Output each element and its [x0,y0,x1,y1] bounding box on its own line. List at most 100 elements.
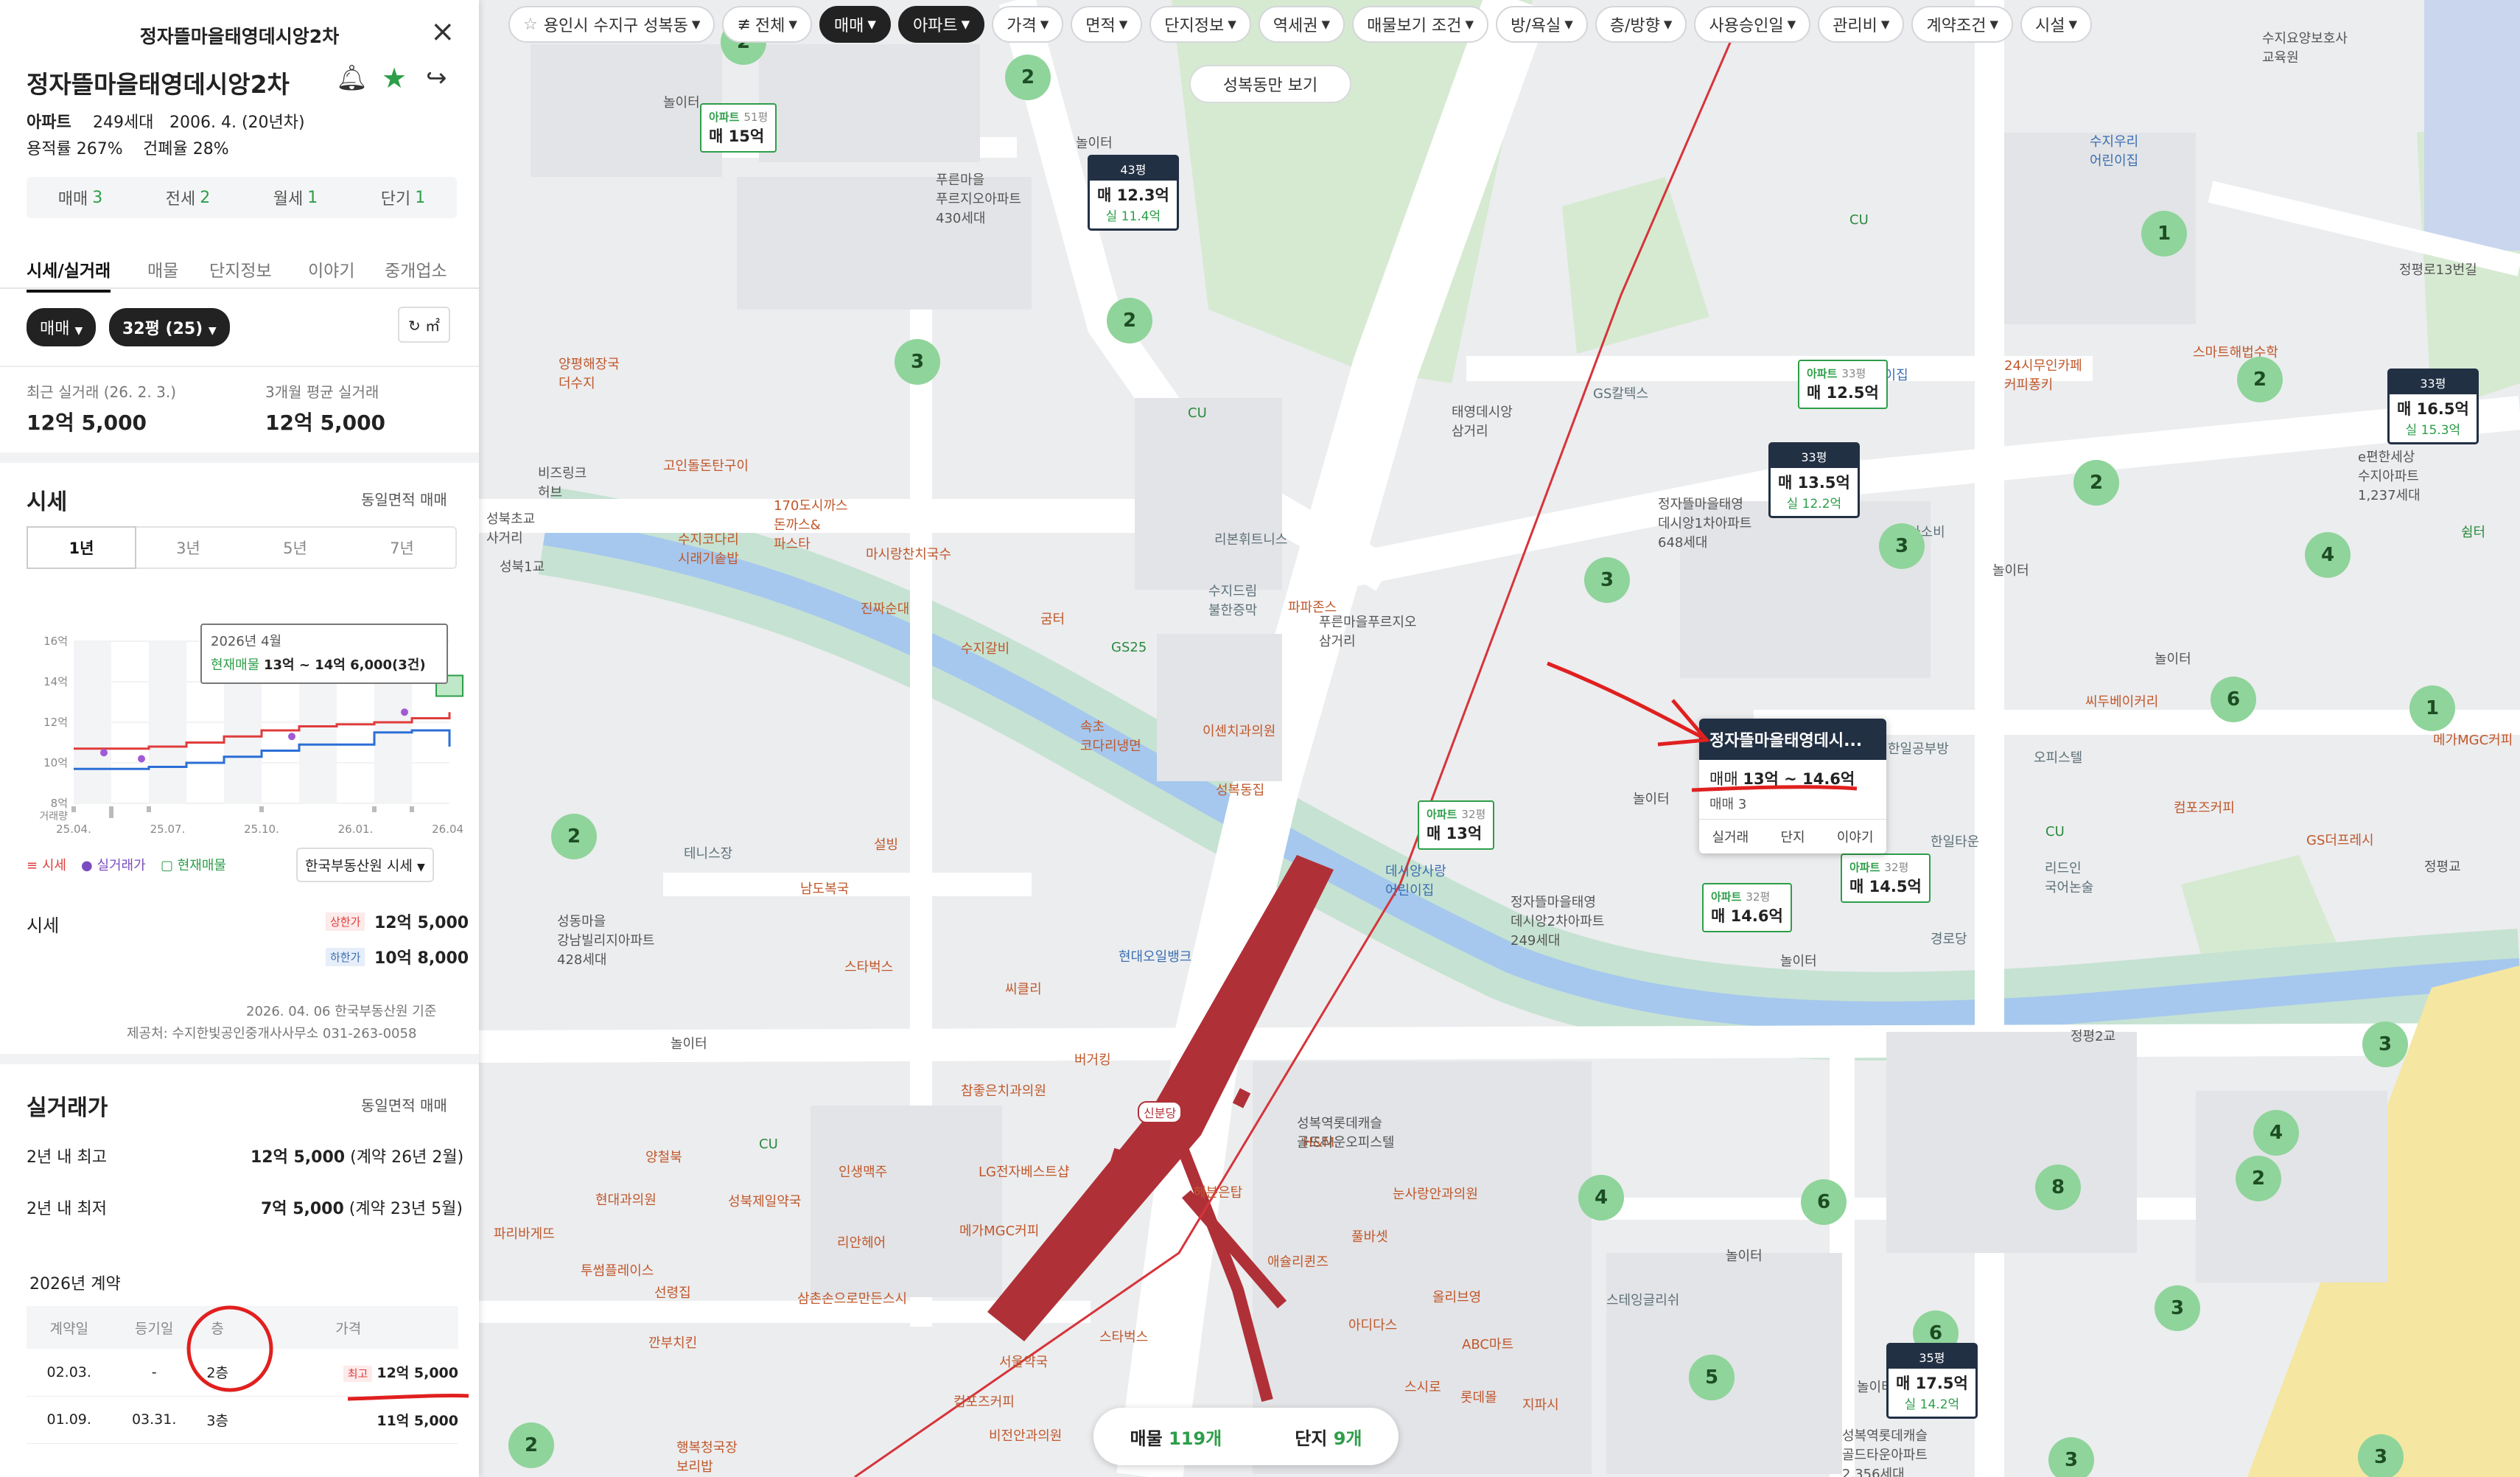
tab-price[interactable]: 시세/실거래 [27,256,111,293]
listing-marker[interactable]: 아파트 33평 매 12.5억 [1798,360,1888,409]
recent-trade-label: 최근 실거래 (26. 2. 3.) [27,383,177,401]
floor-filter[interactable]: 층/방향 ▼ [1595,6,1687,43]
cluster-marker[interactable]: 2 [1107,298,1152,343]
y-axis-label: 거래량 [39,811,68,823]
period-1y[interactable]: 1년 [28,528,135,568]
cluster-marker[interactable]: 6 [2211,677,2256,722]
cluster-marker[interactable]: 8 [2035,1165,2081,1210]
popup-title[interactable]: 정자뜰마을태영데시... [1699,719,1886,760]
source-select[interactable]: 한국부동산원 시세 ▼ [296,848,434,882]
cluster-marker[interactable]: 3 [2155,1285,2200,1331]
popup-tab-story[interactable]: 이야기 [1824,820,1886,853]
unit-toggle[interactable]: ↻ ㎡ [398,307,451,343]
price-marker[interactable]: 33평 매 13.5억 실 12.2억 [1768,442,1860,518]
map-label: 한일타운 [1931,834,1980,850]
refresh-icon: ↻ [408,317,421,335]
listing-marker[interactable]: 아파트 32평 매 14.6억 [1702,883,1792,932]
complex-popup[interactable]: 정자뜰마을태영데시... 매매 13억 ~ 14.6억 매매 3 실거래 단지 … [1699,719,1886,853]
listing-marker[interactable]: 아파트 32평 매 13억 [1418,800,1495,850]
complex-info-filter[interactable]: 단지정보 ▼ [1149,6,1251,43]
count-short[interactable]: 단기 1 [349,177,457,218]
area-only-button[interactable]: 성복동만 보기 [1189,65,1351,103]
period-7y[interactable]: 7년 [349,528,455,568]
cluster-marker[interactable]: 2 [2237,357,2283,402]
built-year: 2006. 4. (20년차) [169,114,305,132]
map-label: 놀이터 [1726,1249,1763,1264]
cluster-marker[interactable]: 3 [2362,1022,2408,1067]
trade-table: 계약일 등기일 층 가격 02.03. - 2층 최고 12억 5,000 01… [27,1306,458,1444]
cluster-marker[interactable]: 2 [551,814,597,859]
tab-complex-info[interactable]: 단지정보 [209,256,272,282]
chevron-down-icon: ▼ [1880,18,1890,31]
station-filter[interactable]: 역세권 ▼ [1258,6,1345,43]
cluster-marker[interactable]: 2 [2073,460,2119,506]
cluster-marker[interactable]: 4 [2253,1110,2299,1156]
price-marker[interactable]: 43평 매 12.3억 실 11.4억 [1088,155,1179,231]
cluster-marker[interactable]: 3 [1879,523,1925,569]
share-icon[interactable]: ↪ [426,63,447,93]
trade-filter[interactable]: 매매 ▼ [819,6,891,43]
all-filter[interactable]: ≢ 전체 ▼ [722,6,812,43]
tab-agents[interactable]: 중개업소 [385,256,447,282]
cluster-marker[interactable]: 4 [1578,1175,1624,1221]
count-sale[interactable]: 매매 3 [27,177,134,218]
bottom-summary-bar[interactable]: 매물 119개 단지 9개 [1093,1408,1399,1465]
cluster-marker[interactable]: 3 [2358,1434,2404,1477]
cluster-marker[interactable]: 4 [2305,532,2351,578]
count-monthly[interactable]: 월세 1 [242,177,349,218]
price-marker[interactable]: 33평 매 16.5억 실 15.3억 [2387,369,2479,444]
popup-tab-trades[interactable]: 실거래 [1699,820,1762,853]
area-filter[interactable]: 면적 ▼ [1071,6,1143,43]
avg-trade-value: 12억 5,000 [265,411,386,435]
period-3y[interactable]: 3년 [135,528,242,568]
map-label: CU [1188,405,1207,421]
cluster-marker[interactable]: 3 [895,339,940,385]
map-label: 씨클리 [1005,982,1042,997]
tab-listings[interactable]: 매물 [147,256,178,282]
close-icon[interactable]: × [430,15,455,49]
period-5y[interactable]: 5년 [242,528,349,568]
region-filter[interactable]: ☆ 용인시 수지구 성복동 ▼ [508,6,715,43]
cluster-marker[interactable]: 1 [2409,685,2455,731]
price-marker[interactable]: 35평 매 17.5억 실 14.2억 [1886,1343,1978,1419]
cluster-marker[interactable]: 5 [1689,1355,1735,1400]
bell-icon[interactable]: 🔔︎ [336,63,368,93]
cluster-marker[interactable]: 3 [1584,557,1630,603]
price-section-right: 동일면적 매매 [361,491,447,509]
cluster-marker[interactable]: 3 [2048,1437,2094,1477]
map-label: e편한세상 수지아파트 1,237세대 [2358,450,2421,503]
room-filter[interactable]: 방/욕실 ▼ [1496,6,1588,43]
map-label: 눈사랑안과의원 [1393,1187,1478,1202]
contract-filter[interactable]: 계약조건 ▼ [1911,6,2013,43]
count-jeonse[interactable]: 전세 2 [134,177,242,218]
view-condition-filter[interactable]: 매물보기 조건 ▼ [1352,6,1489,43]
price-filter[interactable]: 가격 ▼ [992,6,1064,43]
type-filter[interactable]: 아파트 ▼ [897,6,985,43]
tab-story[interactable]: 이야기 [308,256,354,282]
trade-type-select[interactable]: 매매 ▼ [27,308,97,346]
listing-marker[interactable]: 아파트 32평 매 14.5억 [1841,853,1931,903]
map-label: 리안헤어 [837,1235,886,1251]
facility-filter[interactable]: 시설 ▼ [2020,6,2093,43]
popup-tab-complex[interactable]: 단지 [1762,820,1824,853]
price-section-title: 시세 [27,489,68,515]
approval-filter[interactable]: 사용승인일 ▼ [1694,6,1811,43]
table-row[interactable]: 02.03. - 2층 최고 12억 5,000 [27,1349,458,1397]
cluster-marker[interactable]: 2 [1005,55,1051,100]
cluster-marker[interactable]: 2 [2236,1156,2281,1201]
x-tick-label: 25.04. [56,823,91,836]
complex-count[interactable]: 단지 9개 [1295,1424,1362,1450]
fee-filter[interactable]: 관리비 ▼ [1818,6,1905,43]
size-select[interactable]: 32평 (25) ▼ [109,308,230,346]
listing-marker[interactable]: 아파트 51평 매 15억 [700,103,777,153]
x-tick-label: 25.07. [150,823,186,836]
station-label[interactable]: 성복역 [1141,1125,1177,1144]
table-row[interactable]: 01.09. 03.31. 3층 11억 5,000 [27,1396,458,1444]
cluster-marker[interactable]: 2 [508,1422,554,1468]
cluster-marker[interactable]: 1 [2141,211,2187,256]
star-icon[interactable]: ★ [382,62,407,94]
y-tick-label: 10억 [43,756,68,769]
listings-count[interactable]: 매물 119개 [1130,1424,1222,1450]
map-label: 성복역롯데캐슬 골드타운오피스텔 [1297,1116,1395,1150]
cluster-marker[interactable]: 6 [1801,1179,1847,1225]
